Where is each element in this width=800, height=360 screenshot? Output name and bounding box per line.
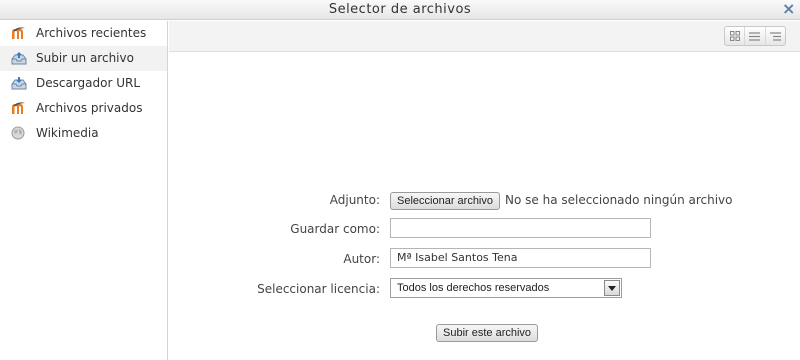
choose-file-button[interactable]: Seleccionar archivo — [390, 192, 500, 210]
tree-view-icon — [769, 31, 781, 41]
url-download-icon — [11, 77, 27, 90]
sidebar-item-label: Wikimedia — [36, 126, 99, 140]
license-row: Seleccionar licencia: Todos los derechos… — [169, 278, 800, 300]
filepicker-toolbar — [169, 21, 800, 52]
upload-submit-button[interactable]: Subir este archivo — [436, 324, 539, 342]
dialog-title: Selector de archivos — [328, 2, 472, 17]
license-label: Seleccionar licencia: — [257, 282, 380, 296]
author-label: Autor: — [343, 252, 380, 266]
sidebar-item-label: Archivos recientes — [36, 26, 147, 40]
sidebar-item-private-files[interactable]: Archivos privados — [0, 96, 167, 121]
save-as-row: Guardar como: — [169, 218, 800, 240]
tree-view-button[interactable] — [764, 27, 785, 45]
icon-view-icon — [729, 31, 740, 41]
author-input[interactable]: Mª Isabel Santos Tena — [390, 248, 651, 268]
save-as-input[interactable] — [390, 218, 651, 238]
attachment-control: Seleccionar archivo No se ha seleccionado… — [390, 191, 733, 213]
upload-form: Adjunto: Seleccionar archivo No se ha sel… — [169, 52, 800, 360]
dialog-titlebar: Selector de archivos × — [0, 0, 800, 20]
close-button[interactable]: × — [782, 0, 796, 18]
icon-view-button[interactable] — [725, 27, 744, 45]
upload-icon — [11, 52, 27, 65]
sidebar-item-upload-file[interactable]: Subir un archivo — [0, 46, 167, 71]
sidebar-item-label: Subir un archivo — [36, 51, 134, 65]
file-picker-dialog: Selector de archivos × Archivos reciente… — [0, 0, 800, 360]
author-control: Mª Isabel Santos Tena — [390, 248, 651, 270]
moodle-icon — [12, 27, 25, 39]
wikimedia-icon — [11, 126, 25, 140]
author-row: Autor: Mª Isabel Santos Tena — [169, 248, 800, 270]
list-view-icon — [749, 31, 761, 41]
view-mode-switcher — [724, 26, 786, 46]
sidebar-item-wikimedia[interactable]: Wikimedia — [0, 121, 167, 146]
sidebar-item-label: Descargador URL — [36, 76, 141, 90]
attachment-label: Adjunto: — [329, 193, 380, 207]
dropdown-arrow[interactable] — [604, 280, 620, 296]
save-as-label: Guardar como: — [290, 222, 380, 236]
attachment-row: Adjunto: Seleccionar archivo No se ha sel… — [169, 189, 800, 211]
license-select[interactable]: Todos los derechos reservados — [390, 278, 622, 298]
sidebar-item-label: Archivos privados — [36, 101, 143, 115]
close-icon: × — [782, 0, 796, 18]
repository-sidebar: Archivos recientes Subir un archivo Desc… — [0, 21, 168, 360]
list-view-button[interactable] — [744, 27, 764, 45]
sidebar-item-recent-files[interactable]: Archivos recientes — [0, 21, 167, 46]
save-as-control — [390, 218, 651, 240]
no-file-status: No se ha seleccionado ningún archivo — [505, 193, 733, 207]
sidebar-item-url-downloader[interactable]: Descargador URL — [0, 71, 167, 96]
chevron-down-icon — [608, 285, 616, 291]
moodle-icon — [12, 102, 25, 114]
license-control: Todos los derechos reservados — [390, 278, 622, 300]
license-selected-value: Todos los derechos reservados — [397, 282, 550, 294]
submit-row: Subir este archivo — [169, 322, 800, 344]
